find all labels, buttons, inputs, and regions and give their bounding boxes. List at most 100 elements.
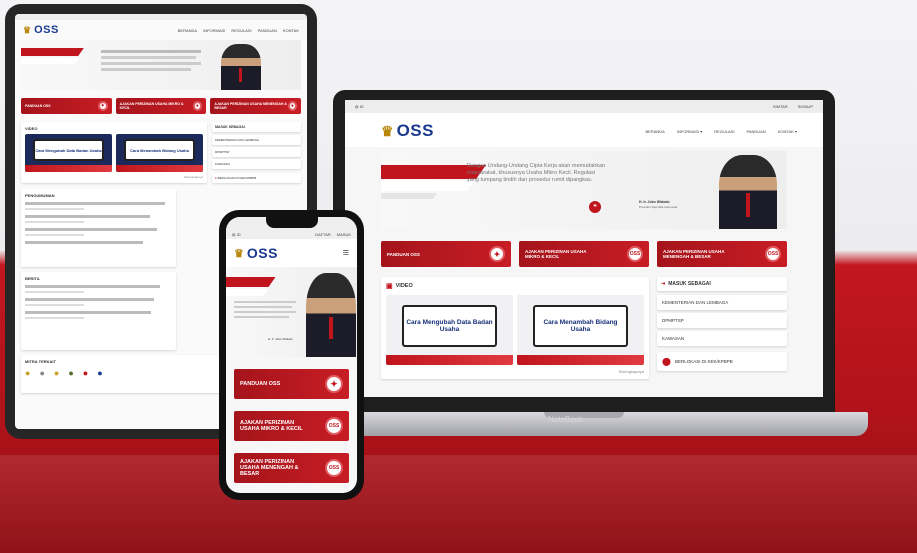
laptop-topbar: ◍ ID SIMTAR SIGNUP bbox=[345, 100, 823, 113]
announcement-line[interactable] bbox=[25, 228, 158, 231]
phone-screen: ◍ ID DAFTAR MASUK ♛ OSS ≡ H. Ir. Joko Wi… bbox=[226, 217, 357, 493]
compass-icon: ✦ bbox=[489, 246, 505, 262]
login-option-kawasan[interactable]: KAWASAN bbox=[657, 331, 787, 346]
login-option-kementerian[interactable]: KEMENTERIAN DAN LEMBAGA bbox=[657, 295, 787, 310]
president-name: H. Ir. Joko Widodo bbox=[639, 200, 670, 204]
news-line[interactable] bbox=[25, 298, 155, 301]
tablet-umb-button[interactable]: AJAKAN PERIZINAN USAHA MENENGAH & BESAR ● bbox=[210, 98, 302, 114]
partner-logo-icon[interactable]: ● bbox=[68, 368, 73, 378]
tablet-location-label: BERLOKASI DI KEK/KPBPB bbox=[217, 176, 257, 180]
nav-item-panduan[interactable]: PANDUAN bbox=[746, 129, 765, 134]
video-more-link[interactable]: Selengkapnya bbox=[386, 369, 644, 374]
white-stripe bbox=[21, 58, 80, 64]
announcement-line[interactable] bbox=[25, 202, 165, 205]
laptop-button-row: PANDUAN OSS ✦ AJAKAN PERIZINAN USAHA MIKR… bbox=[381, 241, 787, 267]
laptop-top-link[interactable]: SIGNUP bbox=[798, 104, 813, 109]
tablet-login-option[interactable]: DPMPTSP bbox=[212, 147, 301, 157]
oss-badge-icon: OSS bbox=[325, 417, 343, 435]
announcement-date bbox=[25, 221, 84, 223]
phone-language-selector[interactable]: ◍ ID bbox=[232, 232, 241, 237]
table-reflection bbox=[0, 455, 917, 553]
login-option-dpmptsp[interactable]: DPMPTSP bbox=[657, 313, 787, 328]
video-thumbnail-2[interactable]: Cara Menambah Bidang Usaha bbox=[517, 295, 644, 365]
nav-item-regulasi[interactable]: REGULASI bbox=[714, 129, 734, 134]
laptop-login-panel: ⇥ MASUK SEBAGAI KEMENTERIAN DAN LEMBAGA D… bbox=[657, 277, 787, 379]
tablet-login-option[interactable]: KEMENTERIAN DAN LEMBAGA bbox=[212, 135, 301, 145]
language-selector[interactable]: ◍ ID bbox=[355, 104, 364, 109]
phone-register-link[interactable]: DAFTAR bbox=[315, 232, 331, 237]
laptop-top-link[interactable]: SIMTAR bbox=[773, 104, 788, 109]
laptop-video-card: ▣ VIDEO Cara Mengubah Data Badan Usaha C… bbox=[381, 277, 649, 379]
video-title: Cara Menambah Bidang Usaha bbox=[124, 139, 195, 161]
phone-login-link[interactable]: MASUK bbox=[337, 232, 351, 237]
tablet-location-button[interactable]: ● BERLOKASI DI KEK/KPBPB bbox=[212, 173, 301, 183]
globe-icon: ◍ bbox=[355, 104, 359, 109]
news-line[interactable] bbox=[25, 285, 161, 288]
president-tie bbox=[239, 68, 242, 82]
panduan-oss-button[interactable]: PANDUAN OSS ✦ bbox=[381, 241, 511, 267]
button-label: AJAKAN PERIZINAN USAHA MIKRO & KECIL bbox=[525, 249, 587, 259]
video-title: Cara Mengubah Data Badan Usaha bbox=[402, 305, 497, 347]
language-label: ID bbox=[236, 231, 241, 237]
hamburger-menu-icon[interactable]: ≡ bbox=[343, 247, 349, 259]
umb-permit-button[interactable]: AJAKAN PERIZINAN USAHA MENENGAH & BESAR O… bbox=[657, 241, 787, 267]
laptop-header: ♛ OSS BERANDA INFORMASI ▾ REGULASI PANDU… bbox=[345, 113, 823, 147]
partner-logo-icon[interactable]: ● bbox=[54, 368, 59, 378]
phone-logo[interactable]: ♛ OSS bbox=[234, 245, 278, 261]
quote-icon: ❝ bbox=[589, 201, 601, 213]
tablet-more-link[interactable]: Selengkapnya bbox=[25, 175, 203, 179]
laptop-logo-text: OSS bbox=[396, 121, 434, 140]
button-label: AJAKAN PERIZINAN USAHA MIKRO & KECIL bbox=[240, 420, 303, 432]
location-label: BERLOKASI DI KEK/KPBPB bbox=[674, 359, 733, 364]
tablet-nav-item[interactable]: INFORMASI bbox=[203, 28, 225, 33]
location-button[interactable]: ⬤ BERLOKASI DI KEK/KPBPB bbox=[657, 352, 787, 371]
announcement-line[interactable] bbox=[25, 241, 143, 244]
tablet-logo[interactable]: ♛ OSS bbox=[23, 24, 59, 36]
tablet-login-option[interactable]: KAWASAN bbox=[212, 159, 301, 169]
oss-badge-icon: ● bbox=[287, 101, 298, 111]
hero-quote-line bbox=[101, 68, 191, 71]
tablet-panduan-button[interactable]: PANDUAN OSS ✦ bbox=[21, 98, 112, 114]
announcement-date bbox=[25, 234, 84, 236]
nav-label: KONTAK bbox=[777, 128, 794, 134]
partner-logo-icon[interactable]: ● bbox=[83, 368, 88, 378]
news-date bbox=[25, 291, 84, 293]
grey-stripe bbox=[381, 193, 438, 199]
partner-logo-icon[interactable]: ● bbox=[97, 368, 102, 378]
tablet-nav-item[interactable]: KONTAK bbox=[283, 28, 299, 33]
phone-umb-button[interactable]: AJAKAN PERIZINAN USAHA MENENGAH & BESAR O… bbox=[234, 453, 349, 483]
announcement-line[interactable] bbox=[25, 215, 150, 218]
tablet-umk-button[interactable]: AJAKAN PERIZINAN USAHA MIKRO & KECIL ● bbox=[115, 98, 207, 114]
video-base bbox=[25, 165, 112, 172]
tablet-video-login-row: VIDEO Cara Mengubah Data Badan Usaha Car… bbox=[21, 122, 301, 183]
login-heading: MASUK SEBAGAI bbox=[668, 281, 711, 287]
phone-panduan-button[interactable]: PANDUAN OSS ✦ bbox=[234, 369, 349, 399]
nav-label: INFORMASI bbox=[676, 128, 700, 134]
nav-item-beranda[interactable]: BERANDA bbox=[645, 129, 664, 134]
laptop-nav: BERANDA INFORMASI ▾ REGULASI PANDUAN KON… bbox=[645, 129, 797, 134]
president-photo bbox=[719, 155, 777, 229]
nav-item-kontak[interactable]: KONTAK ▾ bbox=[778, 129, 797, 134]
tablet-news-heading: BERITA bbox=[25, 276, 40, 281]
video-thumbnail-1[interactable]: Cara Mengubah Data Badan Usaha bbox=[386, 295, 513, 365]
partner-logo-icon[interactable]: ● bbox=[39, 368, 44, 378]
red-stripe bbox=[21, 48, 84, 56]
laptop-brand-label: NoteBook bbox=[548, 415, 584, 424]
tablet-nav-item[interactable]: REGULASI bbox=[231, 28, 251, 33]
login-icon: ⇥ bbox=[661, 281, 666, 287]
button-label: AJAKAN PERIZINAN USAHA MIKRO & KECIL bbox=[119, 102, 184, 110]
tablet-video-thumb[interactable]: Cara Mengubah Data Badan Usaha bbox=[25, 134, 112, 172]
garuda-icon: ♛ bbox=[23, 24, 32, 35]
partner-logo-icon[interactable]: ● bbox=[25, 368, 30, 378]
tablet-nav-item[interactable]: BERANDA bbox=[178, 28, 197, 33]
laptop-logo[interactable]: ♛ OSS bbox=[381, 121, 434, 141]
tablet-nav-item[interactable]: PANDUAN bbox=[258, 28, 277, 33]
nav-item-informasi[interactable]: INFORMASI ▾ bbox=[677, 129, 702, 134]
tablet-login-panel: MASUK SEBAGAI KEMENTERIAN DAN LEMBAGA DP… bbox=[212, 122, 301, 183]
umk-permit-button[interactable]: AJAKAN PERIZINAN USAHA MIKRO & KECIL OSS bbox=[519, 241, 649, 267]
news-line[interactable] bbox=[25, 311, 152, 314]
phone-umk-button[interactable]: AJAKAN PERIZINAN USAHA MIKRO & KECIL OSS bbox=[234, 411, 349, 441]
tablet-video-thumb[interactable]: Cara Menambah Bidang Usaha bbox=[116, 134, 203, 172]
location-pin-icon: ● bbox=[215, 176, 217, 180]
video-title: Cara Menambah Bidang Usaha bbox=[533, 305, 628, 347]
